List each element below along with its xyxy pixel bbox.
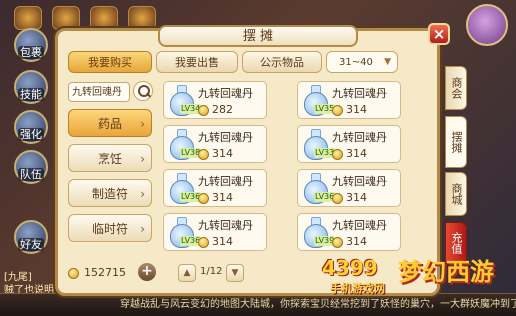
chevron-down-icon: ▼ <box>384 57 391 67</box>
chevron-right-icon: › <box>140 222 145 236</box>
chevron-right-icon: › <box>140 152 145 166</box>
item-price: 314 <box>212 147 233 160</box>
item-price: 314 <box>346 103 367 116</box>
hud-enhance-label: 强化 <box>18 128 44 141</box>
hud-friend-label: 好友 <box>18 238 44 251</box>
system-ticker: 穿越战乱与风云变幻的地图大陆城，你探索宝贝经常挖到了妖怪的巢穴，一大群妖魔冲到了… <box>0 293 516 316</box>
player-avatar[interactable] <box>466 4 508 46</box>
item-name: 九转回魂丹 <box>332 131 387 144</box>
category-label: 临时符 <box>91 222 128 236</box>
item-name: 九转回魂丹 <box>198 131 253 144</box>
panel-title: 摆 摊 <box>158 25 358 47</box>
page-indicator: 1/12 <box>200 266 223 277</box>
coin-icon <box>198 193 209 204</box>
top-icon[interactable] <box>52 6 80 30</box>
item-price: 314 <box>212 191 233 204</box>
hud-team-button[interactable]: 队伍 <box>14 150 48 184</box>
page-up-button[interactable]: ▲ <box>178 264 196 282</box>
item-price: 314 <box>212 235 233 248</box>
chevron-right-icon: › <box>140 187 145 201</box>
category-label: 烹饪 <box>97 152 122 166</box>
coin-icon <box>198 105 209 116</box>
coin-icon <box>332 237 343 248</box>
coin-icon <box>198 237 209 248</box>
side-tab-stall[interactable]: 摆摊 <box>445 116 467 168</box>
hud-bag-button[interactable]: 包裹 <box>14 28 48 62</box>
category-label: 药品 <box>97 117 122 131</box>
coin-icon <box>198 149 209 160</box>
site-logo: 4399 梦幻西游 手机游戏网 <box>320 252 510 296</box>
item-price: 314 <box>346 147 367 160</box>
item-name: 九转回魂丹 <box>332 175 387 188</box>
chevron-right-icon: › <box>140 117 145 131</box>
side-tab-mall[interactable]: 商城 <box>445 172 467 216</box>
category-craft-talisman[interactable]: 制造符 › <box>68 179 152 207</box>
item-card[interactable]: LV36 九转回魂丹 314 <box>297 169 401 207</box>
level-filter-value: 31~40 <box>339 57 373 68</box>
tab-public[interactable]: 公示物品 <box>242 51 322 73</box>
hud-bag-label: 包裹 <box>18 46 44 59</box>
coin-icon <box>332 193 343 204</box>
item-card[interactable]: LV36 九转回魂丹 314 <box>163 213 267 251</box>
category-cooking[interactable]: 烹饪 › <box>68 144 152 172</box>
item-name: 九转回魂丹 <box>332 87 387 100</box>
coin-icon <box>332 105 343 116</box>
hud-team-label: 队伍 <box>18 168 44 181</box>
top-icon[interactable] <box>128 6 156 30</box>
item-card[interactable]: LV38 九转回魂丹 314 <box>163 125 267 163</box>
item-name: 九转回魂丹 <box>332 219 387 232</box>
item-name: 九转回魂丹 <box>198 87 253 100</box>
page-down-button[interactable]: ▼ <box>226 264 244 282</box>
item-price: 314 <box>346 235 367 248</box>
hud-friend-button[interactable]: 好友 <box>14 220 48 254</box>
wallet-amount: 152715 <box>84 266 126 279</box>
item-card[interactable]: LV36 九转回魂丹 314 <box>163 169 267 207</box>
search-input[interactable]: 九转回魂丹 <box>68 82 130 102</box>
item-card[interactable]: LV34 九转回魂丹 282 <box>163 81 267 119</box>
item-price: 314 <box>346 191 367 204</box>
item-card[interactable]: LV35 九转回魂丹 314 <box>297 81 401 119</box>
item-card[interactable]: LV33 九转回魂丹 314 <box>297 125 401 163</box>
item-name: 九转回魂丹 <box>198 219 253 232</box>
add-money-button[interactable]: + <box>138 263 156 281</box>
hud-skill-label: 技能 <box>18 88 44 101</box>
category-medicine[interactable]: 药品 › <box>68 109 152 137</box>
item-name: 九转回魂丹 <box>198 175 253 188</box>
logo-subtitle: 手机游戏网 <box>330 282 385 295</box>
level-filter-select[interactable]: 31~40 ▼ <box>326 51 398 73</box>
hud-skill-button[interactable]: 技能 <box>14 70 48 104</box>
category-label: 制造符 <box>91 187 128 201</box>
item-price: 282 <box>212 103 233 116</box>
side-tab-chamber[interactable]: 商会 <box>445 66 467 110</box>
category-temp-talisman[interactable]: 临时符 › <box>68 214 152 242</box>
hud-enhance-button[interactable]: 强化 <box>14 110 48 144</box>
close-button[interactable]: × <box>428 23 450 45</box>
tab-buy[interactable]: 我要购买 <box>68 51 152 73</box>
item-card[interactable]: LV39 九转回魂丹 314 <box>297 213 401 251</box>
coin-icon <box>68 268 79 279</box>
coin-icon <box>332 149 343 160</box>
logo-number: 4399 <box>322 256 378 280</box>
top-icon[interactable] <box>90 6 118 30</box>
top-icon[interactable] <box>14 6 42 30</box>
tab-sell[interactable]: 我要出售 <box>156 51 238 73</box>
logo-brand: 梦幻西游 <box>398 258 494 286</box>
search-button[interactable] <box>133 81 153 101</box>
